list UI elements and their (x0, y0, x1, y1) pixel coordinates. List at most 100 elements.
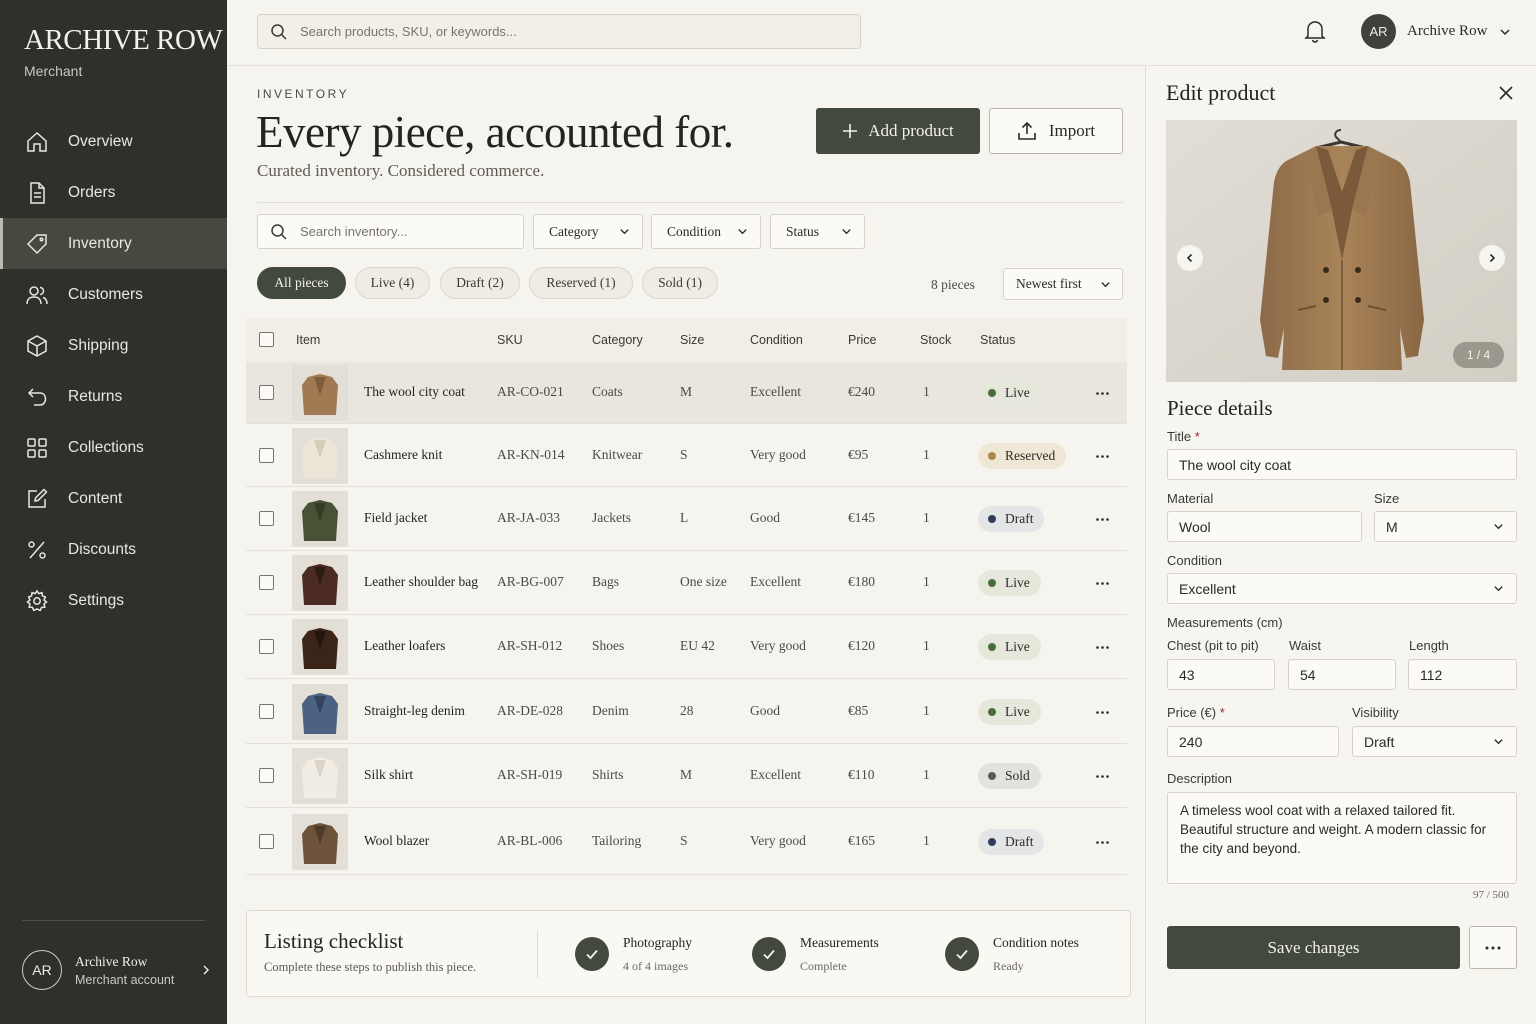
status-label: Reserved (1005, 448, 1056, 463)
import-button[interactable]: Import (989, 108, 1123, 154)
column-header-sku[interactable]: SKU (497, 318, 523, 362)
status-badge: Draft (978, 506, 1045, 532)
sidebar-item-shipping[interactable]: Shipping (0, 320, 227, 371)
sidebar-item-returns[interactable]: Returns (0, 371, 227, 422)
category-filter-label: Category (549, 223, 599, 239)
row-checkbox[interactable] (259, 704, 274, 719)
save-changes-button[interactable]: Save changes (1167, 926, 1460, 969)
table-row[interactable]: Leather loafers AR-SH-012 Shoes EU 42 Very g… (246, 615, 1127, 679)
sidebar-item-inventory[interactable]: Inventory (0, 218, 227, 269)
step-title: Measurements (800, 935, 879, 950)
column-header-price[interactable]: Price (848, 318, 876, 362)
length-field[interactable]: 112 (1408, 659, 1517, 690)
price-field[interactable]: 240 (1167, 726, 1339, 757)
global-search-input[interactable] (300, 24, 820, 39)
table-row[interactable]: Cashmere knit AR-KN-014 Knitwear S Very good… (246, 424, 1127, 487)
title-label: Title * (1167, 429, 1200, 444)
upload-icon (1017, 121, 1037, 141)
cell-category: Denim (592, 703, 629, 718)
description-field[interactable]: A timeless wool coat with a relaxed tail… (1167, 792, 1517, 884)
material-field[interactable]: Wool (1167, 511, 1362, 542)
visibility-select[interactable]: Draft (1352, 726, 1517, 757)
close-icon[interactable] (1498, 85, 1514, 101)
chevron-down-icon (1100, 279, 1111, 290)
tab-all-pieces[interactable]: All pieces (257, 267, 346, 299)
sidebar-item-overview[interactable]: Overview (0, 116, 227, 167)
row-checkbox[interactable] (259, 768, 274, 783)
size-select[interactable]: M (1374, 511, 1517, 542)
sidebar-item-customers[interactable]: Customers (0, 269, 227, 320)
table-row[interactable]: Straight-leg denim AR-DE-028 Denim 28 Good €8… (246, 679, 1127, 744)
sidebar-item-discounts[interactable]: Discounts (0, 524, 227, 575)
cell-sku: AR-SH-012 (497, 638, 563, 653)
inventory-search[interactable] (257, 214, 524, 249)
row-checkbox[interactable] (259, 834, 274, 849)
row-checkbox[interactable] (259, 511, 274, 526)
visibility-label: Visibility (1352, 705, 1399, 720)
next-image-button[interactable] (1479, 245, 1505, 271)
tab-reserved[interactable]: Reserved (1) (529, 267, 633, 299)
chest-field[interactable]: 43 (1167, 659, 1275, 690)
sidebar-nav: Overview Orders Inventory Customers Ship… (0, 116, 227, 626)
condition-filter[interactable]: Condition (651, 214, 761, 249)
row-checkbox[interactable] (259, 575, 274, 590)
waist-field[interactable]: 54 (1288, 659, 1396, 690)
category-filter[interactable]: Category (533, 214, 643, 249)
table-row[interactable]: Wool blazer AR-BL-006 Tailoring S Very good €… (246, 808, 1127, 875)
add-product-button[interactable]: Add product (816, 108, 980, 154)
status-filter[interactable]: Status (770, 214, 865, 249)
tab-live[interactable]: Live (4) (355, 267, 430, 299)
required-marker: * (1219, 705, 1225, 720)
tab-sold[interactable]: Sold (1) (642, 267, 718, 299)
more-options-button[interactable] (1469, 926, 1517, 969)
tab-draft[interactable]: Draft (2) (440, 267, 520, 299)
inventory-search-input[interactable] (300, 224, 500, 239)
row-checkbox[interactable] (259, 385, 274, 400)
table-row[interactable]: Silk shirt AR-SH-019 Shirts M Excellent €110 1… (246, 744, 1127, 808)
title-field[interactable]: The wool city coat (1167, 449, 1517, 480)
column-header-category[interactable]: Category (592, 318, 643, 362)
row-actions-button[interactable] (1091, 637, 1113, 657)
row-checkbox[interactable] (259, 448, 274, 463)
account-name: Archive Row (75, 953, 148, 969)
row-actions-button[interactable] (1091, 446, 1113, 466)
row-actions-button[interactable] (1091, 573, 1113, 593)
table-row[interactable]: The wool city coat AR-CO-021 Coats M Excelle… (246, 362, 1127, 424)
status-dot (988, 838, 996, 846)
chevron-down-icon (1493, 521, 1504, 532)
column-header-item[interactable]: Item (296, 318, 320, 362)
select-all-checkbox[interactable] (259, 332, 274, 347)
column-header-stock[interactable]: Stock (920, 318, 951, 362)
bell-icon[interactable] (1304, 19, 1326, 43)
row-actions-button[interactable] (1091, 832, 1113, 852)
page-subtitle: Curated inventory. Considered commerce. (257, 161, 545, 180)
cell-price: €120 (848, 638, 875, 653)
table-row[interactable]: Field jacket AR-JA-033 Jackets L Good €145 1 Dr… (246, 487, 1127, 551)
row-actions-button[interactable] (1091, 766, 1113, 786)
row-actions-button[interactable] (1091, 702, 1113, 722)
account-switcher[interactable]: AR Archive Row Merchant account (22, 950, 212, 990)
sort-select[interactable]: Newest first (1003, 268, 1123, 300)
user-menu[interactable]: AR Archive Row (1361, 14, 1511, 49)
cell-size: M (680, 767, 693, 782)
sidebar-item-collections[interactable]: Collections (0, 422, 227, 473)
status-dot (988, 772, 996, 780)
row-checkbox[interactable] (259, 639, 274, 654)
sidebar-item-orders[interactable]: Orders (0, 167, 227, 218)
cell-item: Leather loafers (364, 638, 446, 653)
previous-image-button[interactable] (1177, 245, 1203, 271)
checklist-step-condition-notes: Condition notes Ready (945, 935, 1079, 974)
status-dot (988, 389, 996, 397)
product-thumbnail (292, 748, 348, 804)
column-header-status[interactable]: Status (980, 318, 1015, 362)
condition-select[interactable]: Excellent (1167, 573, 1517, 604)
sidebar-item-settings[interactable]: Settings (0, 575, 227, 626)
column-header-condition[interactable]: Condition (750, 318, 803, 362)
step-title: Condition notes (993, 935, 1079, 950)
global-search[interactable] (257, 14, 861, 49)
row-actions-button[interactable] (1091, 383, 1113, 403)
column-header-size[interactable]: Size (680, 318, 704, 362)
table-row[interactable]: Leather shoulder bag AR-BG-007 Bags One siz… (246, 551, 1127, 615)
sidebar-item-content[interactable]: Content (0, 473, 227, 524)
row-actions-button[interactable] (1091, 509, 1113, 529)
